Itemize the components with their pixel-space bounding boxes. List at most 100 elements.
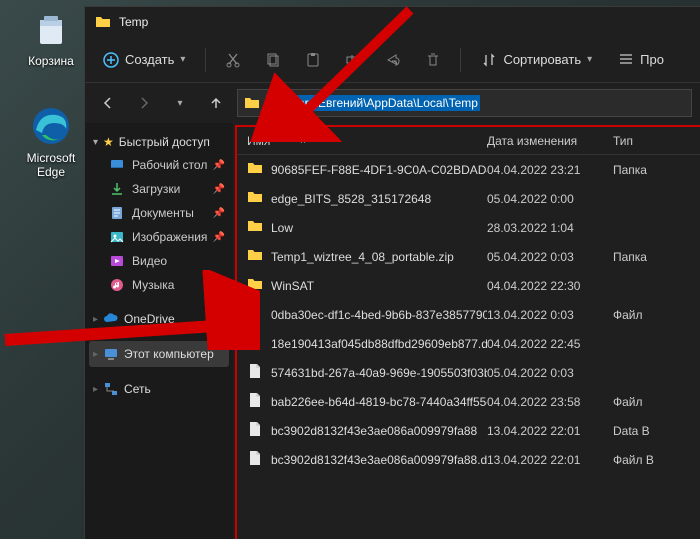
sidebar-item-desktop[interactable]: Рабочий стол 📌: [89, 153, 229, 177]
trash-icon: [425, 52, 441, 68]
chevron-down-icon: ▾: [93, 137, 98, 148]
view-button[interactable]: Про: [608, 46, 664, 74]
file-list-area: Имя ˄ Дата изменения Тип 90685FEF-F88E-4…: [235, 125, 700, 539]
file-row[interactable]: bc3902d8132f43e3ae086a009979fa88.db.ses1…: [237, 445, 700, 474]
file-name: bc3902d8132f43e3ae086a009979fa88.db.ses: [271, 453, 487, 467]
file-icon: [247, 392, 263, 411]
explorer-window: Temp Создать ▾ Сортировать ▾ Про ▾: [84, 6, 700, 539]
window-title: Temp: [119, 15, 148, 29]
file-date: 04.04.2022 22:45: [487, 337, 609, 351]
docs-icon: [109, 205, 125, 221]
chevron-down-icon: ▾: [177, 98, 182, 109]
desktop-icon-recycle[interactable]: Корзина: [15, 8, 87, 68]
file-type: Data B: [609, 424, 700, 438]
column-name-label: Имя: [247, 134, 270, 148]
sidebar-this-pc[interactable]: ▸ Этот компьютер: [89, 341, 229, 367]
desktop-icon-label: Microsoft Edge: [15, 151, 87, 179]
file-name: 90685FEF-F88E-4DF1-9C0A-C02BDAD4E5...: [271, 163, 487, 177]
address-field[interactable]: C:\Users\Евгений\AppData\Local\Temp: [237, 89, 692, 117]
share-button[interactable]: [376, 46, 410, 74]
sort-button[interactable]: Сортировать ▾: [471, 46, 602, 74]
paste-button[interactable]: [296, 46, 330, 74]
file-icon: [247, 450, 263, 469]
file-name: Low: [271, 221, 293, 235]
file-row[interactable]: bab226ee-b64d-4819-bc78-7440a34ff55e...0…: [237, 387, 700, 416]
recent-button[interactable]: ▾: [165, 88, 195, 118]
file-row[interactable]: Temp1_wiztree_4_08_portable.zip05.04.202…: [237, 242, 700, 271]
chevron-down-icon: ▾: [180, 54, 185, 65]
sidebar-item-label: Документы: [132, 206, 194, 220]
folder-icon: [247, 247, 263, 266]
file-row[interactable]: 18e190413af045db88dfbd29609eb877.db...04…: [237, 329, 700, 358]
plus-circle-icon: [103, 52, 119, 68]
arrow-right-icon: [137, 96, 151, 110]
delete-button[interactable]: [416, 46, 450, 74]
rename-icon: [345, 52, 361, 68]
file-type: Папка: [609, 163, 700, 177]
sidebar-item-label: Рабочий стол: [132, 158, 207, 172]
file-row[interactable]: WinSAT04.04.2022 22:30: [237, 271, 700, 300]
back-button[interactable]: [93, 88, 123, 118]
folder-icon: [247, 160, 263, 179]
file-date: 05.04.2022 0:00: [487, 192, 609, 206]
file-row[interactable]: 574631bd-267a-40a9-969e-1905503f03b2...0…: [237, 358, 700, 387]
file-row[interactable]: 90685FEF-F88E-4DF1-9C0A-C02BDAD4E5...04.…: [237, 155, 700, 184]
file-type: Файл: [609, 395, 700, 409]
sidebar-item-video[interactable]: Видео: [89, 249, 229, 273]
titlebar: Temp: [85, 7, 700, 37]
sidebar-item-label: Музыка: [132, 278, 174, 292]
chevron-right-icon: ▸: [93, 384, 98, 395]
this-pc-label: Этот компьютер: [124, 347, 214, 361]
view-icon: [618, 52, 634, 68]
file-icon: [247, 334, 263, 353]
column-name[interactable]: Имя ˄: [237, 134, 487, 148]
file-name: edge_BITS_8528_315172648: [271, 192, 431, 206]
arrow-left-icon: [101, 96, 115, 110]
star-icon: ★: [103, 135, 114, 149]
file-name: bc3902d8132f43e3ae086a009979fa88: [271, 424, 477, 438]
column-type-label: Тип: [613, 134, 633, 148]
file-date: 04.04.2022 23:58: [487, 395, 609, 409]
column-type[interactable]: Тип: [609, 134, 700, 148]
column-date[interactable]: Дата изменения: [487, 134, 609, 148]
pin-icon: 📌: [213, 160, 225, 171]
address-bar-row: ▾ C:\Users\Евгений\AppData\Local\Temp: [85, 83, 700, 123]
edge-icon: [30, 105, 72, 147]
file-date: 04.04.2022 23:21: [487, 163, 609, 177]
file-row[interactable]: 0dba30ec-df1c-4bed-9b6b-837e38577905...1…: [237, 300, 700, 329]
new-button[interactable]: Создать ▾: [93, 46, 195, 74]
file-type: Папка: [609, 250, 700, 264]
sidebar-network[interactable]: ▸ Сеть: [89, 377, 229, 401]
desktop-icon-edge[interactable]: Microsoft Edge: [15, 105, 87, 179]
sidebar-quick-access[interactable]: ▾ ★ Быстрый доступ: [89, 131, 229, 153]
file-row[interactable]: bc3902d8132f43e3ae086a009979fa8813.04.20…: [237, 416, 700, 445]
copy-button[interactable]: [256, 46, 290, 74]
sidebar-item-download[interactable]: Загрузки📌: [89, 177, 229, 201]
folder-icon: [247, 218, 263, 237]
arrow-up-icon: [209, 96, 223, 110]
file-name: 18e190413af045db88dfbd29609eb877.db...: [271, 337, 487, 351]
forward-button[interactable]: [129, 88, 159, 118]
cut-button[interactable]: [216, 46, 250, 74]
sidebar: ▾ ★ Быстрый доступ Рабочий стол 📌 Загрузки…: [85, 123, 233, 539]
view-label: Про: [640, 52, 664, 67]
sidebar-item-pictures[interactable]: Изображения📌: [89, 225, 229, 249]
separator: [205, 48, 206, 72]
rename-button[interactable]: [336, 46, 370, 74]
new-label: Создать: [125, 52, 174, 67]
file-name: WinSAT: [271, 279, 314, 293]
up-button[interactable]: [201, 88, 231, 118]
sidebar-item-music[interactable]: Музыка: [89, 273, 229, 297]
toolbar: Создать ▾ Сортировать ▾ Про: [85, 37, 700, 83]
file-row[interactable]: Low28.03.2022 1:04: [237, 213, 700, 242]
file-row[interactable]: edge_BITS_8528_315172648 05.04.2022 0:00: [237, 184, 700, 213]
sidebar-item-label: Видео: [132, 254, 167, 268]
desktop-icon-label: Корзина: [15, 54, 87, 68]
sidebar-onedrive[interactable]: ▸ OneDrive: [89, 307, 229, 331]
sort-label: Сортировать: [503, 52, 581, 67]
download-icon: [109, 181, 125, 197]
sidebar-item-docs[interactable]: Документы📌: [89, 201, 229, 225]
chevron-right-icon: ▸: [93, 314, 98, 325]
music-icon: [109, 277, 125, 293]
file-date: 13.04.2022 0:03: [487, 308, 609, 322]
